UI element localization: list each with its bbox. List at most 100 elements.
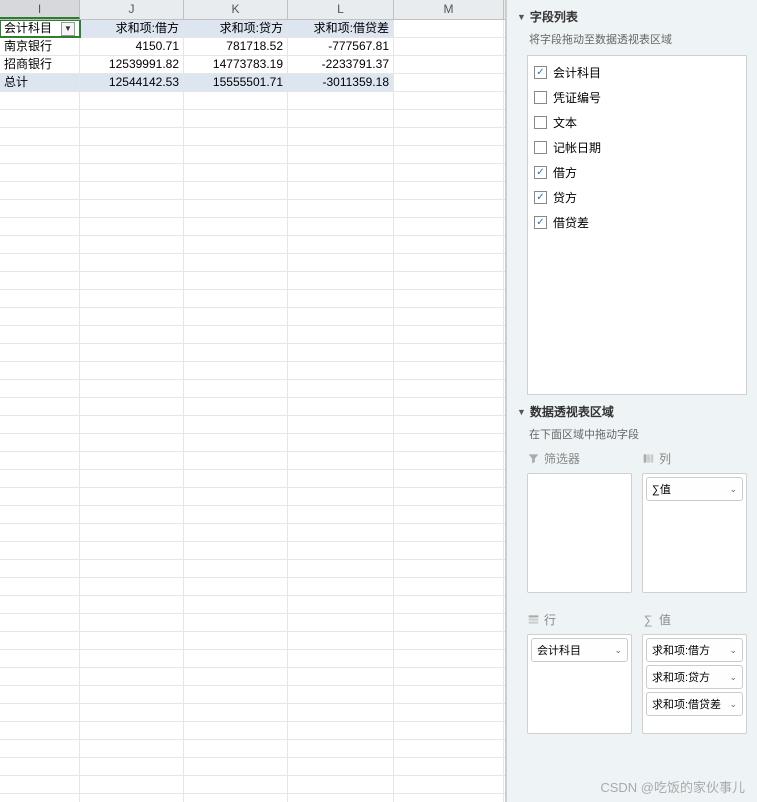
empty-cell[interactable] (394, 254, 504, 271)
empty-cell[interactable] (184, 758, 288, 775)
empty-cell[interactable] (184, 92, 288, 109)
area-pill[interactable]: 求和项:贷方⌄ (646, 665, 743, 689)
empty-cell[interactable] (80, 650, 184, 667)
field-item[interactable]: 借贷差 (530, 210, 744, 235)
empty-cell[interactable] (394, 614, 504, 631)
empty-cell[interactable] (394, 362, 504, 379)
empty-cell[interactable] (0, 92, 80, 109)
empty-cell[interactable] (288, 182, 394, 199)
pivot-row-label[interactable]: 南京银行 (0, 38, 80, 55)
empty-cell[interactable] (184, 416, 288, 433)
empty-cell[interactable] (394, 272, 504, 289)
empty-cell[interactable] (184, 398, 288, 415)
empty-cell[interactable] (394, 776, 504, 793)
empty-cell[interactable] (394, 326, 504, 343)
field-item[interactable]: 贷方 (530, 185, 744, 210)
empty-cell[interactable] (394, 650, 504, 667)
filter-dropzone[interactable] (527, 473, 632, 593)
col-header-L[interactable]: L (288, 0, 394, 19)
field-item[interactable]: 记帐日期 (530, 135, 744, 160)
empty-cell[interactable] (80, 146, 184, 163)
empty-cell[interactable] (80, 470, 184, 487)
empty-cell[interactable] (0, 380, 80, 397)
empty-cell[interactable] (80, 236, 184, 253)
empty-cell[interactable] (394, 56, 504, 73)
area-pill[interactable]: 会计科目⌄ (531, 638, 628, 662)
pivot-label-header[interactable]: 会计科目▼ (0, 20, 80, 37)
empty-cell[interactable] (288, 146, 394, 163)
empty-cell[interactable] (80, 344, 184, 361)
empty-cell[interactable] (184, 542, 288, 559)
empty-cell[interactable] (80, 290, 184, 307)
empty-cell[interactable] (0, 254, 80, 271)
empty-cell[interactable] (394, 38, 504, 55)
field-checkbox[interactable] (534, 116, 547, 129)
col-header-J[interactable]: J (80, 0, 184, 19)
empty-cell[interactable] (184, 146, 288, 163)
empty-cell[interactable] (0, 182, 80, 199)
empty-cell[interactable] (80, 380, 184, 397)
empty-cell[interactable] (0, 344, 80, 361)
empty-cell[interactable] (0, 164, 80, 181)
empty-cell[interactable] (184, 362, 288, 379)
empty-cell[interactable] (184, 434, 288, 451)
empty-cell[interactable] (80, 434, 184, 451)
empty-cell[interactable] (80, 560, 184, 577)
col-header-M[interactable]: M (394, 0, 504, 19)
empty-cell[interactable] (0, 452, 80, 469)
empty-cell[interactable] (288, 110, 394, 127)
empty-cell[interactable] (288, 596, 394, 613)
empty-cell[interactable] (394, 704, 504, 721)
pivot-total-cell[interactable]: 12544142.53 (80, 74, 184, 91)
empty-cell[interactable] (80, 758, 184, 775)
empty-cell[interactable] (394, 578, 504, 595)
empty-cell[interactable] (0, 110, 80, 127)
pivot-row-label[interactable]: 招商银行 (0, 56, 80, 73)
empty-cell[interactable] (288, 236, 394, 253)
empty-cell[interactable] (394, 596, 504, 613)
field-item[interactable]: 文本 (530, 110, 744, 135)
chevron-down-icon[interactable]: ⌄ (614, 645, 622, 656)
empty-cell[interactable] (80, 704, 184, 721)
empty-cell[interactable] (288, 434, 394, 451)
empty-cell[interactable] (80, 614, 184, 631)
empty-cell[interactable] (184, 452, 288, 469)
empty-cell[interactable] (288, 740, 394, 757)
field-checkbox[interactable] (534, 216, 547, 229)
pivot-total-cell[interactable]: -3011359.18 (288, 74, 394, 91)
empty-cell[interactable] (394, 506, 504, 523)
empty-cell[interactable] (288, 200, 394, 217)
field-item[interactable]: 凭证编号 (530, 85, 744, 110)
empty-cell[interactable] (288, 380, 394, 397)
empty-cell[interactable] (394, 146, 504, 163)
empty-cell[interactable] (288, 290, 394, 307)
empty-cell[interactable] (394, 794, 504, 802)
empty-cell[interactable] (394, 686, 504, 703)
empty-cell[interactable] (0, 200, 80, 217)
empty-cell[interactable] (288, 470, 394, 487)
pivot-value-cell[interactable]: -2233791.37 (288, 56, 394, 73)
empty-cell[interactable] (80, 398, 184, 415)
empty-cell[interactable] (394, 290, 504, 307)
empty-cell[interactable] (80, 488, 184, 505)
empty-cell[interactable] (0, 686, 80, 703)
empty-cell[interactable] (0, 560, 80, 577)
empty-cell[interactable] (0, 650, 80, 667)
empty-cell[interactable] (288, 452, 394, 469)
empty-cell[interactable] (394, 542, 504, 559)
empty-cell[interactable] (288, 776, 394, 793)
empty-cell[interactable] (394, 740, 504, 757)
empty-cell[interactable] (0, 758, 80, 775)
empty-cell[interactable] (394, 758, 504, 775)
empty-cell[interactable] (0, 632, 80, 649)
empty-cell[interactable] (288, 128, 394, 145)
empty-cell[interactable] (288, 794, 394, 802)
empty-cell[interactable] (394, 488, 504, 505)
empty-cell[interactable] (184, 776, 288, 793)
empty-cell[interactable] (288, 560, 394, 577)
empty-cell[interactable] (80, 254, 184, 271)
empty-cell[interactable] (80, 668, 184, 685)
empty-cell[interactable] (394, 128, 504, 145)
empty-cell[interactable] (394, 20, 504, 37)
empty-cell[interactable] (184, 560, 288, 577)
